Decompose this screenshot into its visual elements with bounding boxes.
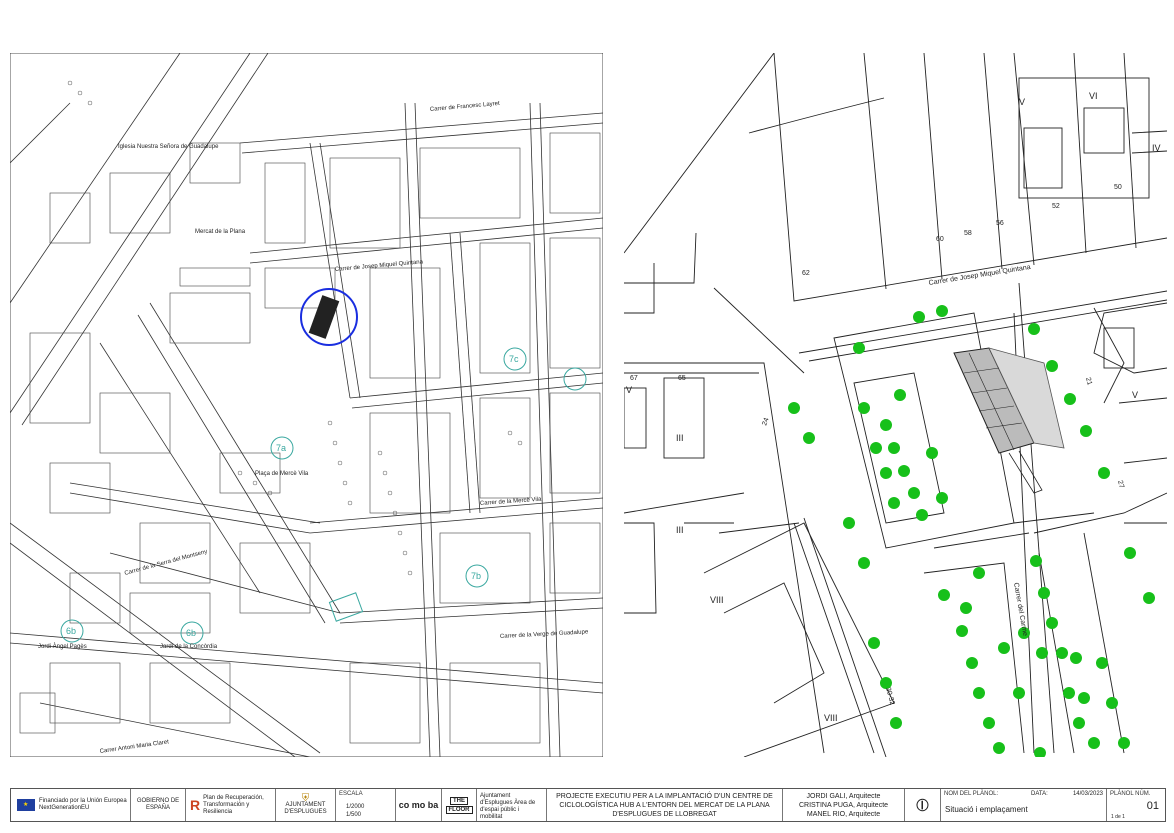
zone-roman-v-3: V (1132, 390, 1138, 400)
title-block: Financiado por la Unión Europea NextGene… (10, 788, 1166, 822)
plan-number-cell: PLÀNOL NÚM. 01 1 de 1 (1107, 789, 1165, 821)
plan-name-cell: NOM DEL PLÀNOL: DATA: 14/03/2023 Situaci… (941, 789, 1107, 821)
zone-marker-7c: 7c (509, 354, 519, 364)
street-label-verge-guadalupe: Carrer de la Verge de Guadalupe (500, 629, 589, 640)
plan-num-label: PLÀNOL NÚM. (1110, 791, 1151, 797)
plan-num-value: 01 (1146, 800, 1159, 812)
sheet-count: 1 de 1 (1111, 814, 1125, 820)
eu-funding-cell: Financiado por la Unión Europea NextGene… (11, 789, 131, 821)
data-label: DATA: (1031, 791, 1048, 797)
parcel-52: 52 (1052, 203, 1060, 210)
parcel-56: 56 (996, 220, 1004, 227)
eu-nextgen-text: NextGenerationEU (39, 805, 90, 811)
street-label-miquel-quintana: Carrer de Josep Miquel Quintana (335, 259, 424, 273)
parcel-58: 58 (964, 230, 972, 237)
street-label-serra-montseny: Carrer de la Serra del Montseny (124, 549, 208, 577)
zone-roman-iv: IV (1152, 143, 1161, 153)
plan-cell: R Plan de Recuperación, Transformación y… (186, 789, 276, 821)
project-title: PROJECTE EXECUTIU PER A LA IMPLANTACIÓ D… (556, 792, 773, 818)
gobierno-cell: GOBIERNO DE ESPAÑA (131, 789, 186, 821)
escala-cell: ESCALA 1/2000 1/500 (336, 789, 396, 821)
nom-value: Situació i emplaçament (945, 805, 1028, 814)
architect-2: CRISTINA PUGA, Arquitecte (798, 801, 889, 809)
ajuntament-area-cell: Ajuntament d'Esplugues Àrea de d'espai p… (477, 789, 547, 821)
parcel-67: 67 (630, 375, 638, 382)
parcel-50: 50 (1114, 184, 1122, 191)
the-floor-logo-2: FLOOR (445, 805, 473, 814)
nom-label: NOM DEL PLÀNOL: (944, 791, 999, 797)
architect-1: JORDI GALI, Arquitecte (806, 792, 881, 800)
parcel-62: 62 (802, 270, 810, 277)
place-label-iglesia: Iglesia Nuestra Señora de Guadalupe (118, 144, 219, 150)
zone-roman-vi: VI (1089, 91, 1098, 101)
street-label-francesc-layret: Carrer de Francesc Layret (430, 101, 501, 113)
zone-roman-viii-1: VIII (710, 595, 724, 605)
the-floor-cell: THE FLOOR (442, 789, 477, 821)
ajuntament-area-text: Ajuntament d'Esplugues Àrea de d'espai p… (480, 793, 536, 820)
architect-3: MANEL RIO, Arquitecte (806, 810, 881, 818)
place-label-mercat-plana: Mercat de la Plana (195, 229, 246, 235)
project-title-cell: PROJECTE EXECUTIU PER A LA IMPLANTACIÓ D… (547, 789, 783, 821)
zone-roman-iii-1: III (676, 433, 684, 443)
comoba-cell: co mo ba (396, 789, 442, 821)
zone-marker-6b-1: 6b (66, 626, 76, 636)
ajuntament-shield-icon: ⛨ (301, 792, 310, 804)
zone-marker-7a: 7a (276, 443, 286, 453)
zone-roman-viii-2: VIII (824, 713, 838, 723)
emplacement-map: Carrer de Josep Miquel Quintana Carrer d… (623, 52, 1168, 759)
north-cell: ⦶ (905, 789, 941, 821)
comoba-logo: co mo ba (398, 799, 439, 810)
plan-text: Plan de Recuperación, Transformación y R… (203, 794, 264, 815)
place-label-jordi-angel: Jordi Àngel Pagès (38, 643, 87, 650)
street-label-antoni-maria-claret: Carrer Antoni Maria Claret (99, 739, 169, 755)
zone-marker-7b: 7b (471, 571, 481, 581)
zone-roman-iii-2: III (676, 525, 684, 535)
parcel-65: 65 (678, 375, 686, 382)
place-label-jardi-concordia: Jardí de la Concòrdia (160, 644, 218, 650)
zone-roman-v-2: V (626, 385, 632, 395)
emplacement-map-drawing: Carrer de Josep Miquel Quintana Carrer d… (623, 52, 1168, 759)
escala-value-2: 1/500 (346, 812, 362, 818)
situation-map: 6b 6b 7a 7b 7c Carrer de Francesc Layret… (9, 52, 604, 758)
escala-value-1: 1/2000 (346, 804, 365, 810)
ajuntament-logo-cell: ⛨ AJUNTAMENT D'ESPLUGUES (276, 789, 336, 821)
eu-funding-text: Financiado por la Unión Europea (39, 798, 127, 804)
data-value: 14/03/2023 (1072, 791, 1103, 797)
zone-roman-v-1: V (1019, 97, 1025, 107)
ajuntament-small-text: AJUNTAMENT D'ESPLUGUES (284, 801, 327, 815)
gobierno-text: GOBIERNO DE ESPAÑA (136, 798, 180, 811)
parcel-60: 60 (936, 236, 944, 243)
parcel-21: 21 (1084, 377, 1093, 386)
zone-marker-6b-2: 6b (186, 628, 196, 638)
plan-logo-icon: R (190, 797, 201, 813)
escala-label: ESCALA (339, 791, 363, 797)
architects-cell: JORDI GALI, Arquitecte CRISTINA PUGA, Ar… (783, 789, 905, 821)
situation-map-drawing: 6b 6b 7a 7b 7c Carrer de Francesc Layret… (9, 52, 604, 758)
eu-flag-icon (17, 799, 35, 811)
parcel-27: 27 (1116, 480, 1125, 489)
north-arrow-icon: ⦶ (915, 795, 930, 815)
place-label-placa-merce-vila: Plaça de Mercè Vila (255, 471, 309, 477)
street-label-carme-right: Carrer del Carme (1012, 582, 1028, 637)
project-site-marker (300, 288, 358, 346)
parcel-24: 24 (761, 417, 770, 427)
parcel-30-32: 30-32 (884, 687, 895, 706)
the-floor-logo-1: THE (450, 796, 468, 805)
